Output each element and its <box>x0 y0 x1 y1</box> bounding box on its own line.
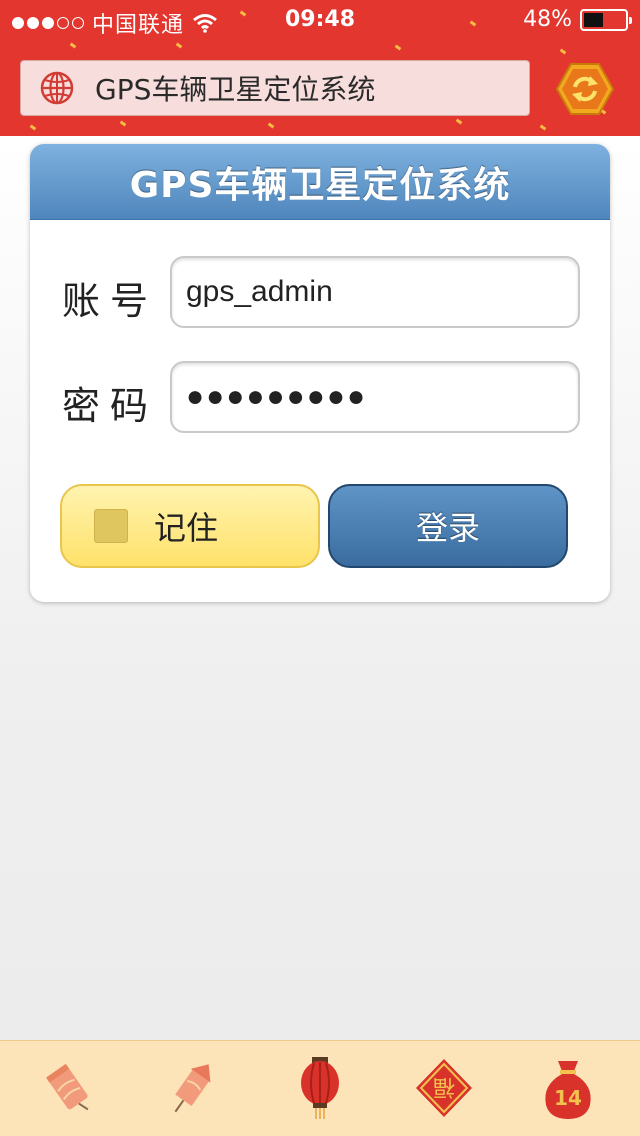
account-label: 账号 <box>62 279 159 323</box>
confetti-decoration <box>394 44 402 51</box>
lantern-icon[interactable] <box>288 1055 352 1121</box>
confetti-decoration <box>69 42 77 49</box>
fu-diamond-icon[interactable]: 福 <box>412 1055 476 1121</box>
page-body: GPS车辆卫星定位系统 账号 密码 记住 登录 <box>0 136 640 1040</box>
firecracker-icon[interactable] <box>36 1055 100 1121</box>
password-row: 密码 <box>30 361 610 433</box>
refresh-icon[interactable] <box>556 62 614 116</box>
battery-level <box>584 12 604 27</box>
login-label: 登录 <box>415 509 480 547</box>
header-title: GPS车辆卫星定位系统 <box>95 73 376 106</box>
fu-character: 福 <box>433 1074 455 1099</box>
remember-label: 记住 <box>154 509 219 547</box>
password-label: 密码 <box>62 384 159 428</box>
account-row: 账号 <box>30 256 610 328</box>
login-card-title: GPS车辆卫星定位系统 <box>129 164 511 206</box>
globe-icon <box>40 71 74 105</box>
remember-checkbox[interactable] <box>94 509 128 543</box>
battery-icon <box>580 8 632 31</box>
password-input[interactable] <box>170 361 580 433</box>
app-title-bar[interactable]: GPS车辆卫星定位系统 <box>20 60 530 116</box>
lucky-bag-icon[interactable]: 14 <box>536 1055 600 1121</box>
battery-percent: 48% <box>523 7 572 32</box>
login-card-header: GPS车辆卫星定位系统 <box>30 144 610 220</box>
confetti-decoration <box>175 42 183 49</box>
login-card: GPS车辆卫星定位系统 账号 密码 记住 登录 <box>30 144 610 602</box>
login-button[interactable]: 登录 <box>328 484 568 568</box>
bottom-toolbar: 福 14 <box>0 1040 640 1136</box>
confetti-decoration <box>455 118 463 125</box>
top-header: 中国联通 09:48 48% GPS车辆卫星定位系统 <box>0 0 640 136</box>
confetti-decoration <box>119 120 127 127</box>
confetti-decoration <box>267 122 275 129</box>
confetti-decoration <box>559 48 567 55</box>
account-input[interactable] <box>170 256 580 328</box>
remember-button[interactable]: 记住 <box>60 484 320 568</box>
status-bar: 中国联通 09:48 48% <box>0 0 640 40</box>
confetti-decoration <box>539 124 547 131</box>
lucky-bag-number: 14 <box>554 1086 582 1110</box>
confetti-decoration <box>29 124 37 131</box>
rocket-firework-icon[interactable] <box>160 1055 224 1121</box>
